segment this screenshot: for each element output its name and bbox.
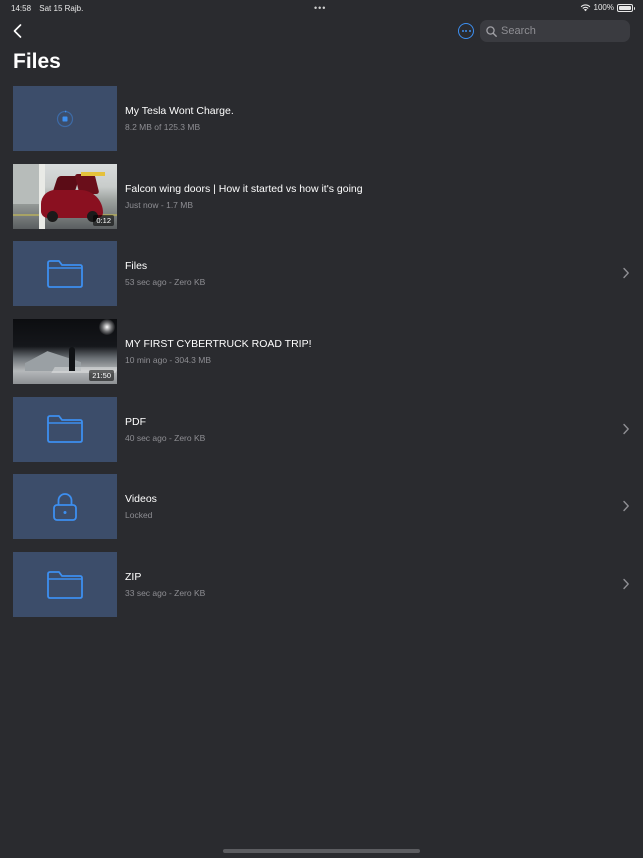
multitask-dots[interactable]: ••• bbox=[314, 3, 326, 13]
item-title: Videos bbox=[125, 493, 157, 506]
item-subtitle: 40 sec ago - Zero KB bbox=[125, 432, 206, 443]
status-time: 14:58 bbox=[11, 4, 32, 13]
status-date: Sat 15 Rajb. bbox=[39, 4, 84, 13]
item-title: ZIP bbox=[125, 571, 142, 584]
duration-badge: 21:50 bbox=[89, 370, 114, 382]
more-options-button[interactable] bbox=[458, 23, 474, 39]
scene-wheel bbox=[47, 210, 58, 222]
chevron-right-icon bbox=[623, 578, 629, 590]
home-indicator[interactable] bbox=[223, 849, 420, 853]
search-bar[interactable] bbox=[480, 20, 630, 42]
item-title: PDF bbox=[125, 415, 146, 428]
list-item[interactable]: ZIP 33 sec ago - Zero KB bbox=[0, 552, 643, 618]
item-title: Falcon wing doors | How it started vs ho… bbox=[125, 182, 363, 195]
item-subtitle: Just now - 1.7 MB bbox=[125, 199, 194, 210]
search-icon bbox=[486, 25, 497, 37]
more-dot bbox=[468, 30, 471, 32]
status-bar: 14:58 Sat 15 Rajb. ••• 100% bbox=[0, 0, 643, 16]
item-thumbnail bbox=[13, 552, 117, 618]
item-subtitle: 33 sec ago - Zero KB bbox=[125, 588, 206, 599]
item-title: MY FIRST CYBERTRUCK ROAD TRIP! bbox=[125, 338, 312, 351]
chevron-right-icon bbox=[623, 423, 629, 434]
chevron-right-icon bbox=[623, 268, 629, 279]
status-right: 100% bbox=[580, 3, 635, 12]
video-thumbnail: 0:12 bbox=[13, 163, 117, 229]
item-subtitle: 53 sec ago - Zero KB bbox=[125, 277, 206, 288]
item-subtitle: Locked bbox=[125, 510, 153, 521]
list-item[interactable]: Videos Locked bbox=[0, 474, 643, 540]
duration-badge: 0:12 bbox=[93, 214, 114, 226]
item-thumbnail bbox=[13, 86, 117, 151]
page-title: Files bbox=[13, 50, 61, 73]
app-root: 14:58 Sat 15 Rajb. ••• 100% Search Files… bbox=[0, 0, 643, 858]
list-item[interactable]: 0:12 Falcon wing doors | How it started v… bbox=[0, 163, 643, 229]
item-title: My Tesla Wont Charge. bbox=[125, 105, 234, 117]
list-item[interactable]: My Tesla Wont Charge. 8.2 MB of 125.3 MB bbox=[0, 86, 643, 151]
battery-percent: 100% bbox=[593, 3, 614, 12]
video-thumbnail: 21:50 bbox=[13, 319, 117, 385]
back-button[interactable] bbox=[8, 21, 26, 41]
item-subtitle: 10 min ago - 304.3 MB bbox=[125, 355, 211, 366]
item-thumbnail bbox=[13, 474, 117, 540]
folder-icon bbox=[47, 259, 83, 288]
status-left: 14:58 Sat 15 Rajb. bbox=[11, 4, 89, 13]
item-title: Files bbox=[125, 260, 148, 273]
item-subtitle: 8.2 MB of 125.3 MB bbox=[125, 122, 201, 132]
wifi-icon bbox=[580, 4, 590, 12]
scene-person bbox=[69, 347, 75, 372]
more-dot bbox=[461, 30, 464, 32]
list-item[interactable]: Files 53 sec ago - Zero KB bbox=[0, 241, 643, 307]
scene-light bbox=[99, 319, 115, 336]
lock-icon bbox=[53, 493, 77, 521]
chevron-right-icon bbox=[623, 501, 629, 512]
stop-download-icon bbox=[56, 110, 74, 127]
chevron-left-icon bbox=[13, 24, 21, 38]
battery-icon bbox=[617, 3, 635, 12]
more-dot bbox=[465, 30, 467, 32]
list-item[interactable]: 21:50 MY FIRST CYBERTRUCK ROAD TRIP! 10 mi… bbox=[0, 319, 643, 385]
folder-icon bbox=[47, 570, 83, 599]
file-list: My Tesla Wont Charge. 8.2 MB of 125.3 MB 0… bbox=[0, 86, 643, 630]
list-item[interactable]: PDF 40 sec ago - Zero KB bbox=[0, 396, 643, 462]
item-thumbnail bbox=[13, 396, 117, 462]
item-thumbnail bbox=[13, 241, 117, 307]
scene-tape bbox=[81, 171, 105, 176]
folder-icon bbox=[47, 415, 83, 444]
battery-fill bbox=[619, 5, 631, 10]
search-input[interactable] bbox=[501, 25, 621, 37]
